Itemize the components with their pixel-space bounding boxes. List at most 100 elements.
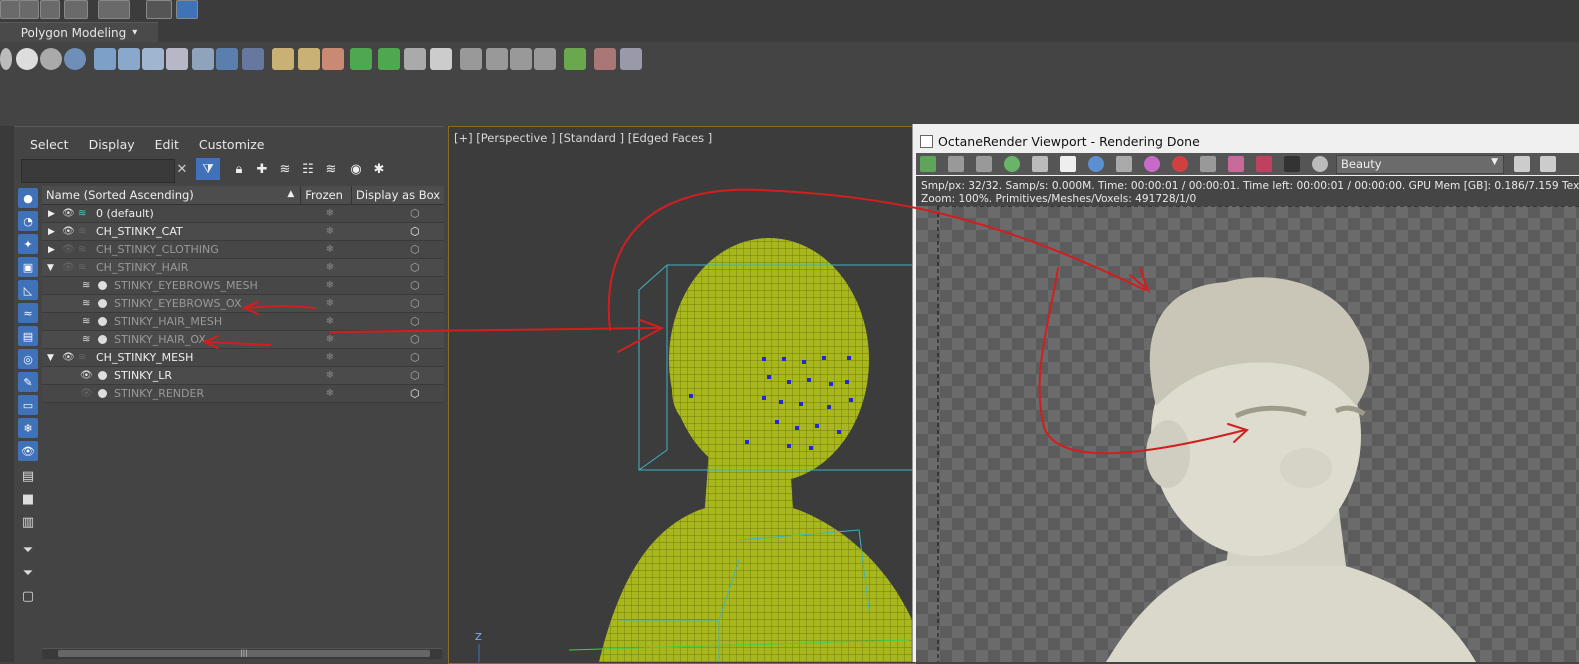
frozen-icon[interactable]: ❄ (324, 280, 336, 291)
table-row[interactable]: ≋ STINKY_EYEBROWS_OX ❄ ⬡ (42, 295, 444, 313)
box-icon[interactable]: ▢ (18, 586, 38, 606)
ribbon-record-icon[interactable] (98, 0, 130, 19)
visibility-dot[interactable] (98, 335, 107, 344)
sphere-icon[interactable] (0, 48, 12, 70)
box-icon[interactable]: ⬡ (410, 297, 420, 310)
table-row[interactable]: ≋ STINKY_HAIR_MESH ❄ ⬡ (42, 313, 444, 331)
box-icon[interactable]: ⬡ (410, 225, 420, 238)
display-icon[interactable] (1200, 156, 1216, 172)
column-display-as-box[interactable]: Display as Box (352, 186, 444, 204)
filter-icon[interactable]: ⏷ (18, 563, 38, 583)
send-scene-icon[interactable] (920, 156, 936, 172)
box-icon[interactable]: ⬡ (410, 207, 420, 220)
table-icon[interactable] (1514, 156, 1530, 172)
copy-icon[interactable] (948, 156, 964, 172)
lock-icon[interactable] (1032, 156, 1048, 172)
gear-icon[interactable] (1312, 156, 1328, 172)
ribbon-tool-icon[interactable] (64, 0, 88, 19)
menu-select[interactable]: Select (20, 134, 79, 154)
column-name[interactable]: Name (Sorted Ascending) ▲ (42, 186, 302, 204)
character-delete-icon[interactable] (322, 48, 344, 70)
frozen-filter-icon[interactable]: ❄ (18, 418, 38, 438)
box-icon[interactable]: ⬡ (410, 243, 420, 256)
eye-icon[interactable]: 👁︎ (62, 208, 75, 219)
frozen-icon[interactable]: ❄ (324, 208, 336, 219)
table-row[interactable]: ▶ 👁︎ ≋ CH_STINKY_CAT ❄ ⬡ (42, 223, 444, 241)
geometry-filter-icon[interactable]: ● (18, 188, 38, 208)
autofocus-icon[interactable] (1116, 156, 1132, 172)
tool-icon[interactable] (594, 48, 616, 70)
film-icon[interactable] (1228, 156, 1244, 172)
visibility-dot[interactable] (98, 299, 107, 308)
tool-icon[interactable] (142, 48, 164, 70)
filter-icon[interactable]: ⧩ (196, 158, 220, 180)
table-row[interactable]: ≋ STINKY_HAIR_OX ❄ ⬡ (42, 331, 444, 349)
frozen-icon[interactable]: ❄ (324, 316, 336, 327)
horizontal-scrollbar[interactable]: ||| (42, 648, 442, 659)
menu-customize[interactable]: Customize (189, 134, 275, 154)
expand-icon[interactable]: ▶ (48, 209, 55, 219)
viewport-label[interactable]: [+] [Perspective ] [Standard ] [Edged Fa… (454, 131, 712, 145)
table-row[interactable]: 👁︎ STINKY_RENDER ❄ ⬡ (42, 385, 444, 403)
box-icon[interactable]: ⬡ (410, 333, 420, 346)
render-play-icon[interactable] (564, 48, 586, 70)
ribbon-pin-icon[interactable] (176, 0, 198, 19)
table-row[interactable]: ▼ 👁︎ ≋ CH_STINKY_MESH ❄ ⬡ (42, 349, 444, 367)
table-row[interactable]: ≋ STINKY_EYEBROWS_MESH ❄ ⬡ (42, 277, 444, 295)
ribbon-tool-icon[interactable] (40, 0, 60, 19)
camera-filter-icon[interactable]: ▣ (18, 257, 38, 277)
frozen-icon[interactable]: ❄ (324, 334, 336, 345)
table-row[interactable]: ▶ 👁︎ ≋ CH_STINKY_CLOTHING ❄ ⬡ (42, 241, 444, 259)
layers-icon[interactable]: ≋ (322, 160, 340, 178)
group-filter-icon[interactable]: ▤ (18, 326, 38, 346)
list-icon[interactable]: ▤ (18, 466, 38, 486)
hammer-icon[interactable] (404, 48, 426, 70)
table-row[interactable]: ▶ 👁︎ ≋ 0 (default) ❄ ⬡ (42, 205, 444, 223)
sphere-icon[interactable] (16, 48, 38, 70)
ribbon-tool-icon[interactable] (0, 0, 20, 19)
expand-icon[interactable]: ▶ (48, 245, 55, 255)
frozen-icon[interactable]: ❄ (324, 226, 336, 237)
filter-icon[interactable]: ⏷ (18, 540, 38, 560)
globe-icon[interactable] (64, 48, 86, 70)
light-filter-icon[interactable]: ✦ (18, 234, 38, 254)
frozen-icon[interactable]: ❄ (324, 352, 336, 363)
layers-icon[interactable]: ≋ (276, 160, 294, 178)
box-icon[interactable]: ⬡ (410, 279, 420, 292)
expand-icon[interactable]: ▶ (48, 227, 55, 237)
highlight-icon[interactable]: ◉ (347, 160, 365, 178)
helper-filter-icon[interactable]: ◺ (18, 280, 38, 300)
material-icon[interactable] (1256, 156, 1272, 172)
tool-icon[interactable] (242, 48, 264, 70)
character-icon[interactable] (298, 48, 320, 70)
box-icon[interactable]: ⬡ (410, 387, 420, 400)
menu-display[interactable]: Display (79, 134, 145, 154)
scrollbar-thumb[interactable]: ||| (58, 650, 430, 657)
color-picker-icon[interactable] (1144, 156, 1160, 172)
eye-icon[interactable]: 👁︎ (80, 388, 93, 399)
box-icon[interactable]: ⬡ (410, 315, 420, 328)
camera-icon[interactable] (1284, 156, 1300, 172)
eye-icon[interactable]: 👁︎ (62, 262, 75, 273)
settings-icon[interactable]: ✱ (370, 160, 388, 178)
add-layer-icon[interactable]: ✚ (253, 160, 271, 178)
eye-icon[interactable]: 👁︎ (62, 226, 75, 237)
hidden-filter-icon[interactable]: 👁︎ (18, 441, 38, 461)
refresh-icon[interactable] (1004, 156, 1020, 172)
box-icon[interactable]: ⬡ (410, 261, 420, 274)
cloth-icon[interactable] (350, 48, 372, 70)
xref-filter-icon[interactable]: ◎ (18, 349, 38, 369)
menu-edit[interactable]: Edit (145, 134, 189, 154)
window-icon[interactable] (1540, 156, 1556, 172)
visibility-dot[interactable] (98, 281, 107, 290)
square-icon[interactable]: ■ (18, 489, 38, 509)
media-icon[interactable] (510, 48, 532, 70)
eye-icon[interactable]: 👁︎ (80, 370, 93, 381)
restart-icon[interactable] (1088, 156, 1104, 172)
region-icon[interactable] (1172, 156, 1188, 172)
visibility-dot[interactable] (98, 389, 107, 398)
flask-icon[interactable] (378, 48, 400, 70)
render-pass-select[interactable]: Beauty ▼ (1336, 155, 1504, 174)
document-icon[interactable]: ▥ (18, 512, 38, 532)
visibility-dot[interactable] (98, 371, 107, 380)
